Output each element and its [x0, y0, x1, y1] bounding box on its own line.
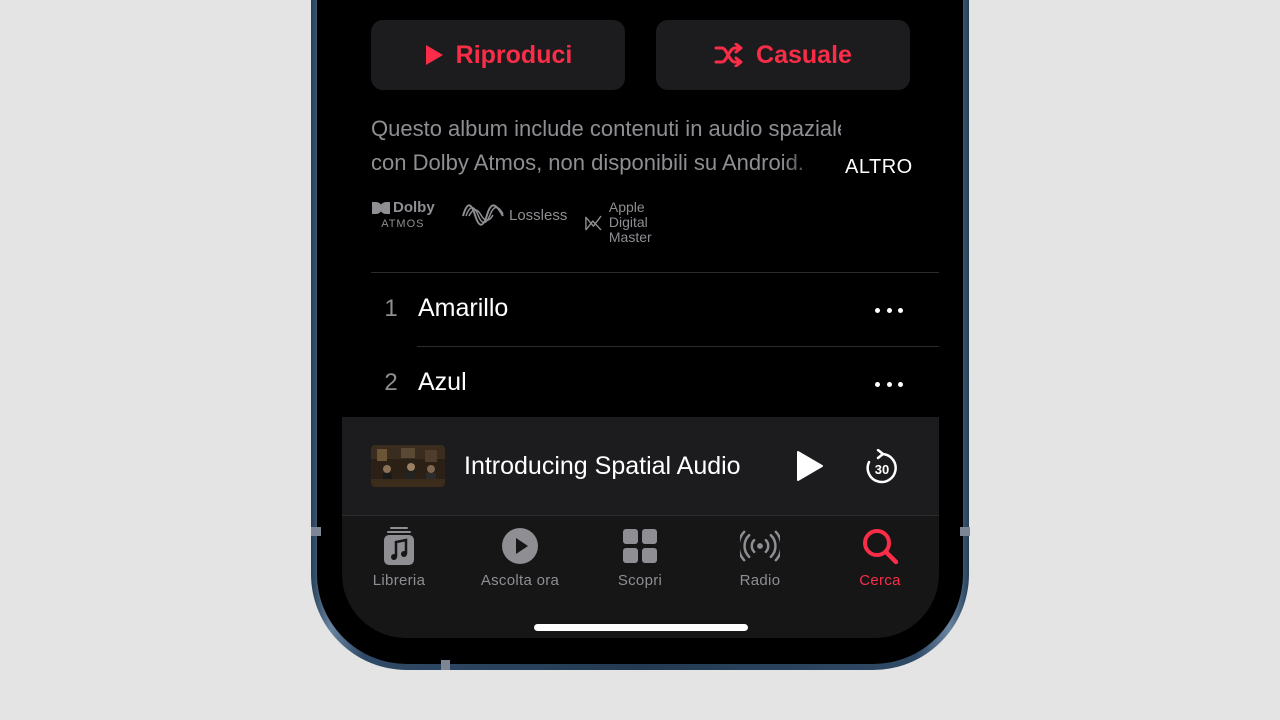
track-title: Azul	[418, 368, 467, 396]
more-options-icon[interactable]	[875, 300, 903, 320]
side-button-left	[311, 527, 321, 536]
now-playing-artwork	[371, 445, 445, 487]
adm-line-1: Apple	[608, 199, 645, 215]
skip-forward-30-icon: 30	[866, 448, 897, 484]
more-options-icon[interactable]	[875, 374, 903, 394]
description-fade	[782, 150, 852, 186]
radio-icon	[740, 530, 780, 562]
tab-label: Ascolta ora	[480, 572, 560, 589]
search-icon	[863, 529, 899, 565]
play-icon	[797, 451, 823, 481]
skip-seconds-label: 30	[875, 462, 889, 477]
lossless-badge: Lossless	[461, 200, 567, 230]
shuffle-icon	[714, 43, 743, 67]
track-title: Amarillo	[418, 294, 509, 322]
home-indicator[interactable]	[534, 624, 748, 631]
play-button-label: Riproduci	[455, 40, 573, 69]
tab-label: Scopri	[617, 572, 663, 589]
track-row[interactable]: 2 Azul	[371, 347, 939, 421]
tab-browse[interactable]: Scopri	[580, 526, 700, 589]
adm-line-2: Digital Master	[608, 214, 652, 245]
lossless-wave-icon	[462, 204, 504, 226]
screen: Riproduci Casuale Questo album include c…	[342, 0, 939, 638]
skip-forward-button[interactable]: 30	[863, 448, 901, 487]
tab-label: Cerca	[859, 572, 901, 589]
dolby-atmos-badge: Dolby ATMOS	[371, 200, 435, 232]
side-button-right	[960, 527, 970, 536]
track-number: 1	[384, 295, 398, 322]
mini-player[interactable]: Introducing Spatial Audio 30	[342, 417, 939, 515]
description-line-2: con Dolby Atmos, non disponibili su Andr…	[371, 150, 804, 175]
tab-label: Radio	[739, 572, 781, 589]
apple-digital-master-badge: Apple Digital Master	[584, 200, 663, 245]
antenna-band	[441, 660, 450, 670]
play-icon	[425, 45, 443, 65]
now-playing-title: Introducing Spatial Audio	[464, 452, 741, 480]
track-row[interactable]: 1 Amarillo	[371, 273, 939, 347]
track-number: 2	[384, 369, 398, 396]
shuffle-button[interactable]: Casuale	[656, 20, 910, 90]
tab-library[interactable]: Libreria	[342, 526, 459, 589]
digital-master-icon	[585, 215, 602, 230]
lossless-label: Lossless	[509, 206, 568, 224]
tab-bar: Libreria Ascolta ora Scopri Radio Cerca	[342, 515, 939, 638]
play-button[interactable]: Riproduci	[371, 20, 625, 90]
atmos-label: ATMOS	[381, 218, 425, 230]
dolby-label: Dolby	[393, 199, 435, 216]
tab-listen-now[interactable]: Ascolta ora	[460, 526, 580, 589]
browse-grid-icon	[623, 529, 657, 563]
mini-play-button[interactable]	[792, 449, 826, 483]
tab-radio[interactable]: Radio	[700, 526, 820, 589]
dolby-logo-icon	[372, 202, 390, 214]
listen-now-icon	[502, 528, 538, 564]
description-line-1: Questo album include contenuti in audio …	[371, 116, 841, 141]
tab-label: Libreria	[372, 572, 426, 589]
shuffle-button-label: Casuale	[756, 40, 852, 69]
album-description: Questo album include contenuti in audio …	[371, 112, 841, 180]
tab-search[interactable]: Cerca	[820, 526, 939, 589]
more-link[interactable]: ALTRO	[845, 156, 913, 179]
library-icon	[384, 527, 414, 565]
